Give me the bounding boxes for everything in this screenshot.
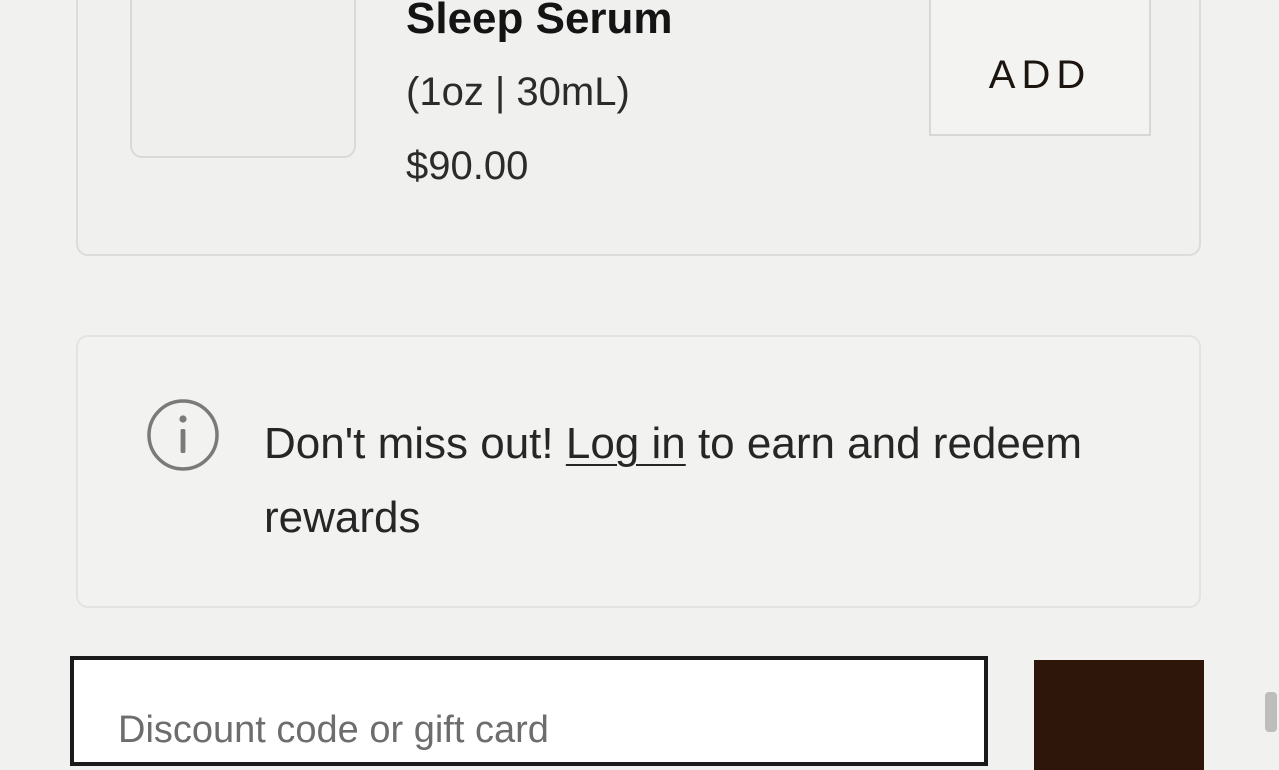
page-scrollbar[interactable] <box>1265 692 1277 732</box>
product-size: (1oz | 30mL) <box>406 70 630 114</box>
product-price: $90.00 <box>406 144 529 188</box>
discount-code-input[interactable] <box>70 656 988 766</box>
login-link[interactable]: Log in <box>566 419 686 468</box>
product-name[interactable]: Sleep Serum <box>406 0 673 44</box>
product-thumbnail[interactable] <box>130 0 356 158</box>
notice-text-before: Don't miss out! <box>264 419 566 468</box>
info-icon <box>147 399 219 471</box>
rewards-login-notice: Don't miss out! Log in to earn and redee… <box>76 335 1201 608</box>
upsell-product-card: Sleep Serum (1oz | 30mL) $90.00 ADD <box>76 0 1201 256</box>
notice-message: Don't miss out! Log in to earn and redee… <box>264 407 1144 555</box>
add-to-cart-button[interactable]: ADD <box>929 0 1151 136</box>
apply-discount-button[interactable] <box>1034 660 1204 770</box>
